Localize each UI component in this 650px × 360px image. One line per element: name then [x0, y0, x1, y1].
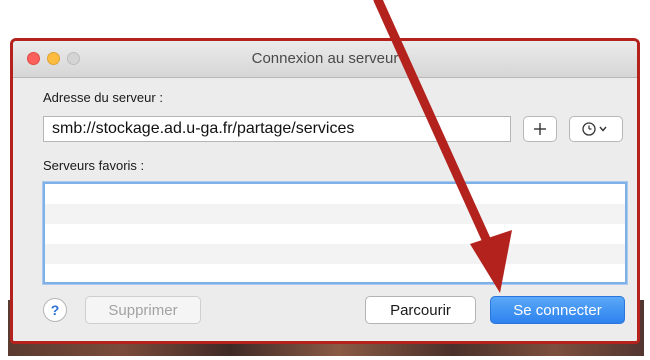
list-item[interactable] — [45, 184, 625, 204]
server-address-label: Adresse du serveur : — [43, 90, 163, 105]
recent-servers-button[interactable] — [569, 116, 623, 142]
list-item[interactable] — [45, 244, 625, 264]
add-favorite-button[interactable] — [523, 116, 557, 142]
list-item[interactable] — [45, 204, 625, 224]
connect-server-dialog: Connexion au serveur Adresse du serveur … — [10, 38, 640, 344]
server-address-input[interactable] — [43, 116, 511, 142]
help-button[interactable]: ? — [43, 298, 67, 322]
list-item[interactable] — [45, 224, 625, 244]
title-bar: Connexion au serveur — [13, 41, 637, 78]
window-title: Connexion au serveur — [251, 50, 399, 67]
chevron-down-icon — [599, 126, 607, 132]
plus-icon — [534, 123, 546, 135]
clock-icon — [582, 122, 596, 136]
connect-button[interactable]: Se connecter — [490, 296, 625, 324]
favorite-servers-list[interactable] — [43, 182, 627, 284]
browse-button[interactable]: Parcourir — [365, 296, 476, 324]
question-icon: ? — [50, 302, 60, 318]
favorite-servers-label: Serveurs favoris : — [43, 158, 145, 173]
delete-favorite-button[interactable]: Supprimer — [85, 296, 201, 324]
screenshot-stage: Connexion au serveur Adresse du serveur … — [0, 0, 650, 360]
